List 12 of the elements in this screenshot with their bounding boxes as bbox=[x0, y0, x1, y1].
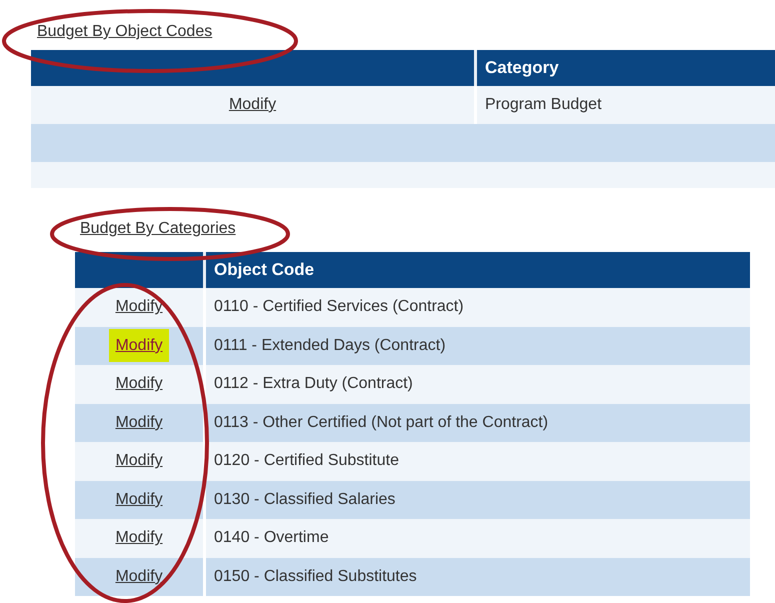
modify-link[interactable]: Modify bbox=[115, 529, 163, 546]
modify-link[interactable]: Modify bbox=[109, 328, 169, 362]
modify-link[interactable]: Modify bbox=[228, 96, 276, 113]
modify-link[interactable]: Modify bbox=[115, 414, 163, 431]
modify-link[interactable]: Modify bbox=[115, 452, 163, 470]
modify-link[interactable]: Modify bbox=[115, 490, 163, 508]
section-link[interactable]: Budget By Categories bbox=[80, 220, 236, 237]
modify-link[interactable]: Modify bbox=[115, 568, 163, 585]
modify-link[interactable]: Modify bbox=[115, 298, 163, 316]
table-cell: 0150 - Classified Substitutes bbox=[204, 558, 750, 596]
modify-link[interactable]: Modify bbox=[115, 375, 163, 392]
section-link[interactable]: Budget By Object Codes bbox=[37, 23, 212, 40]
